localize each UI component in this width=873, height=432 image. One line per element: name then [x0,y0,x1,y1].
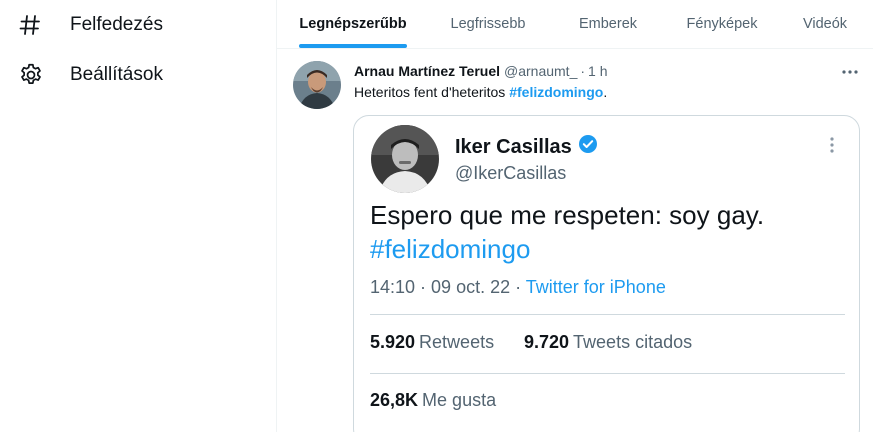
tweet-time[interactable]: 1 h [588,63,607,79]
embedded-name-text: Iker Casillas [455,135,572,158]
embedded-handle: @IkerCasillas [455,163,567,183]
sidebar-item-explore[interactable]: Felfedezés [18,5,163,45]
embedded-divider [370,314,845,315]
embedded-divider [370,373,845,374]
more-options-button[interactable] [835,61,865,81]
retweets-count: 5.920 [370,332,416,352]
active-tab-indicator [299,44,407,48]
embedded-quotes-stat: 9.720 Tweets citados [524,332,692,353]
likes-label: Me gusta [422,390,497,410]
tab-videos[interactable]: Videók [775,0,873,48]
more-icon [841,62,859,80]
retweets-label: Retweets [419,332,495,352]
hashtag-icon [18,12,56,38]
author-handle[interactable]: @arnaumt_ [504,63,577,79]
tab-people[interactable]: Emberek [547,0,669,48]
tab-latest[interactable]: Legfrissebb [429,0,547,48]
author-name[interactable]: Arnau Martínez Teruel [354,63,500,79]
embedded-source: Twitter for iPhone [525,277,666,297]
sidebar-item-label: Felfedezés [70,14,163,35]
sidebar-item-settings[interactable]: Beállítások [18,55,163,95]
verified-badge-icon [578,134,598,160]
embedded-timestamp: 14:10 · 09 oct. 22 · [370,277,526,297]
quotes-count: 9.720 [524,332,570,352]
embedded-retweets-stat: 5.920 Retweets [370,332,494,353]
tweet-media-image[interactable]: Iker Casillas @IkerCasillas Espero que m… [353,115,860,432]
hashtag-link[interactable]: #felizdomingo [509,84,603,100]
tweet[interactable]: Arnau Martínez Teruel @arnaumt_ · 1 h He… [277,49,873,432]
tweet-text: Heteritos fent d'heteritos #felizdomingo… [354,84,607,100]
header-separator: · [580,63,586,79]
vertical-more-icon [824,134,840,156]
likes-count: 26,8K [370,390,419,410]
embedded-name: Iker Casillas [455,134,598,160]
embedded-hashtag: #felizdomingo [370,234,531,264]
quotes-label: Tweets citados [573,332,693,352]
embedded-text: Espero que me respeten: soy gay. [370,200,765,230]
tab-top[interactable]: Legnépszerűbb [277,0,429,48]
tweet-text-body: Heteritos fent d'heteritos [354,84,510,100]
tweet-text-end: . [603,84,608,100]
tweet-header: Arnau Martínez Teruel @arnaumt_ · 1 h [354,63,608,79]
sidebar-item-label: Beállítások [70,64,163,85]
avatar[interactable] [293,61,341,109]
embedded-avatar [371,125,439,193]
search-tabs: Legnépszerűbb Legfrissebb Emberek Fényké… [277,0,873,49]
tab-photos[interactable]: Fényképek [669,0,775,48]
embedded-meta: 14:10 · 09 oct. 22 · Twitter for iPhone [370,277,666,298]
sidebar-nav: Felfedezés Beállítások [0,0,277,432]
gear-icon [18,62,56,88]
embedded-likes-stat: 26,8K Me gusta [370,390,496,411]
